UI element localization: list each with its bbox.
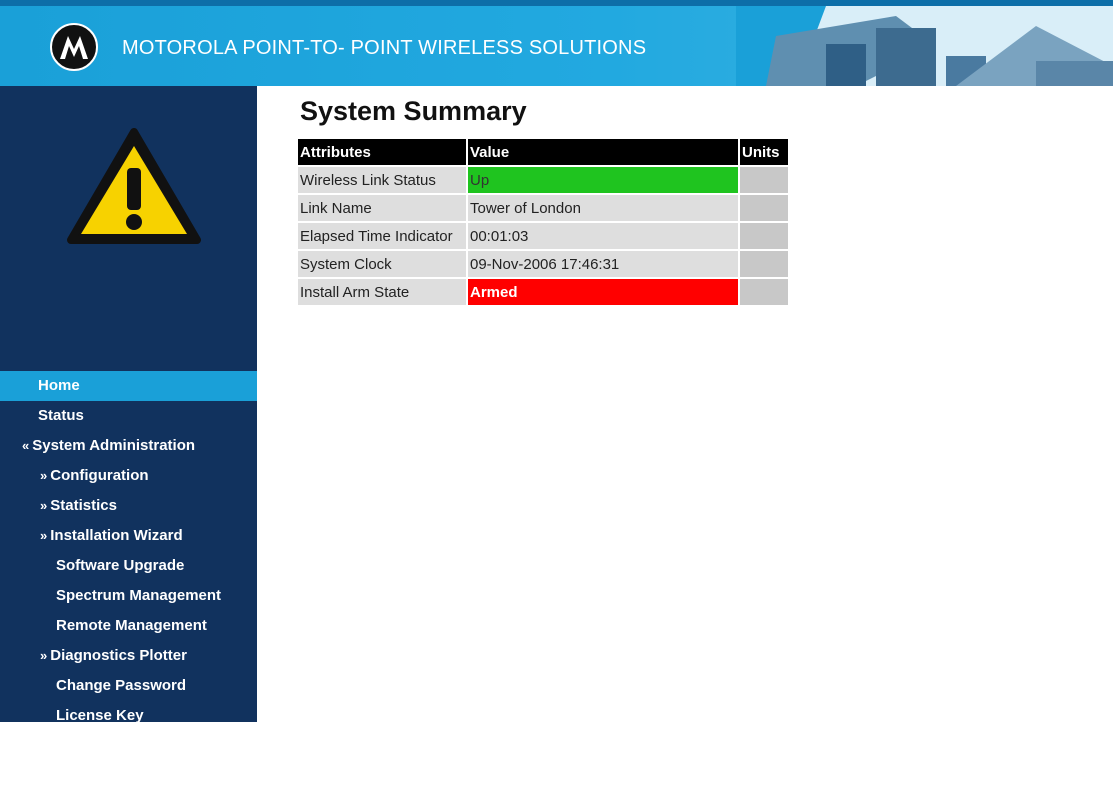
sidebar-item-reboot[interactable]: Reboot bbox=[0, 761, 257, 791]
wireless-link-status-value: Up bbox=[468, 167, 738, 193]
sidebar-item-label: Properties bbox=[56, 737, 131, 754]
table-row: Elapsed Time Indicator 00:01:03 bbox=[298, 223, 788, 249]
sidebar-item-label: Diagnostics Plotter bbox=[50, 647, 187, 664]
sidebar-item-label: Status bbox=[38, 407, 84, 424]
units-cell bbox=[740, 279, 788, 305]
units-cell bbox=[740, 195, 788, 221]
system-clock-value: 09-Nov-2006 17:46:31 bbox=[468, 251, 738, 277]
table-row: Wireless Link Status Up bbox=[298, 167, 788, 193]
sidebar-item-remote-management[interactable]: Remote Management bbox=[0, 611, 257, 641]
brand-title: MOTOROLA POINT-TO- POINT WIRELESS SOLUTI… bbox=[122, 37, 647, 59]
sidebar-item-properties[interactable]: Properties bbox=[0, 731, 257, 761]
column-header-value: Value bbox=[468, 139, 738, 165]
sidebar-item-license-key[interactable]: License Key bbox=[0, 701, 257, 731]
expand-chevron-icon: » bbox=[40, 528, 48, 543]
system-summary-table: Attributes Value Units Wireless Link Sta… bbox=[296, 137, 790, 307]
expand-chevron-icon: » bbox=[40, 468, 48, 483]
sidebar-item-label: System Administration bbox=[32, 437, 196, 454]
sidebar-item-label: Home bbox=[38, 377, 80, 394]
sidebar-item-label: Software Upgrade bbox=[56, 557, 185, 574]
sidebar-item-label: License Key bbox=[56, 707, 144, 724]
table-row: Install Arm State Armed bbox=[298, 279, 788, 305]
attribute-cell: Install Arm State bbox=[298, 279, 466, 305]
sidebar-item-label: Installation Wizard bbox=[50, 527, 183, 544]
sidebar-item-status[interactable]: Status bbox=[0, 401, 257, 431]
sidebar-item-configuration[interactable]: » Configuration bbox=[0, 461, 257, 491]
attribute-cell: System Clock bbox=[298, 251, 466, 277]
sidebar-item-label: Spectrum Management bbox=[56, 587, 222, 604]
sidebar-item-label: Remote Management bbox=[56, 617, 207, 634]
collapse-chevron-icon: « bbox=[22, 438, 30, 453]
sidebar-item-statistics[interactable]: » Statistics bbox=[0, 491, 257, 521]
motorola-logo-icon bbox=[50, 23, 98, 71]
sidebar-item-label: Change Password bbox=[56, 677, 187, 694]
attribute-cell: Elapsed Time Indicator bbox=[298, 223, 466, 249]
sidebar-nav: Home Status «System Administration » Conf… bbox=[0, 371, 257, 791]
sidebar-item-diagnostics-plotter[interactable]: » Diagnostics Plotter bbox=[0, 641, 257, 671]
sidebar-item-system-administration[interactable]: «System Administration bbox=[0, 431, 257, 461]
expand-chevron-icon: » bbox=[40, 498, 48, 513]
install-arm-state-value: Armed bbox=[468, 279, 738, 305]
expand-chevron-icon: » bbox=[40, 648, 48, 663]
attribute-cell: Link Name bbox=[298, 195, 466, 221]
elapsed-time-value: 00:01:03 bbox=[468, 223, 738, 249]
table-header-row: Attributes Value Units bbox=[298, 139, 788, 165]
sidebar-item-installation-wizard[interactable]: » Installation Wizard bbox=[0, 521, 257, 551]
sidebar-item-spectrum-management[interactable]: Spectrum Management bbox=[0, 581, 257, 611]
table-row: System Clock 09-Nov-2006 17:46:31 bbox=[298, 251, 788, 277]
sidebar-item-label: Statistics bbox=[50, 497, 117, 514]
column-header-units: Units bbox=[740, 139, 788, 165]
units-cell bbox=[740, 251, 788, 277]
header-banner: MOTOROLA POINT-TO- POINT WIRELESS SOLUTI… bbox=[0, 0, 1113, 86]
sidebar-item-home[interactable]: Home bbox=[0, 371, 257, 401]
units-cell bbox=[740, 167, 788, 193]
sidebar: Home Status «System Administration » Conf… bbox=[0, 86, 257, 784]
sidebar-item-label: Configuration bbox=[50, 467, 149, 484]
link-name-value: Tower of London bbox=[468, 195, 738, 221]
units-cell bbox=[740, 223, 788, 249]
column-header-attributes: Attributes bbox=[298, 139, 466, 165]
warning-icon bbox=[67, 128, 201, 244]
banner-decoration bbox=[736, 6, 1113, 86]
table-row: Link Name Tower of London bbox=[298, 195, 788, 221]
attribute-cell: Wireless Link Status bbox=[298, 167, 466, 193]
sidebar-item-change-password[interactable]: Change Password bbox=[0, 671, 257, 701]
page-title: System Summary bbox=[300, 96, 527, 126]
sidebar-item-label: Reboot bbox=[56, 767, 108, 784]
sidebar-item-software-upgrade[interactable]: Software Upgrade bbox=[0, 551, 257, 581]
